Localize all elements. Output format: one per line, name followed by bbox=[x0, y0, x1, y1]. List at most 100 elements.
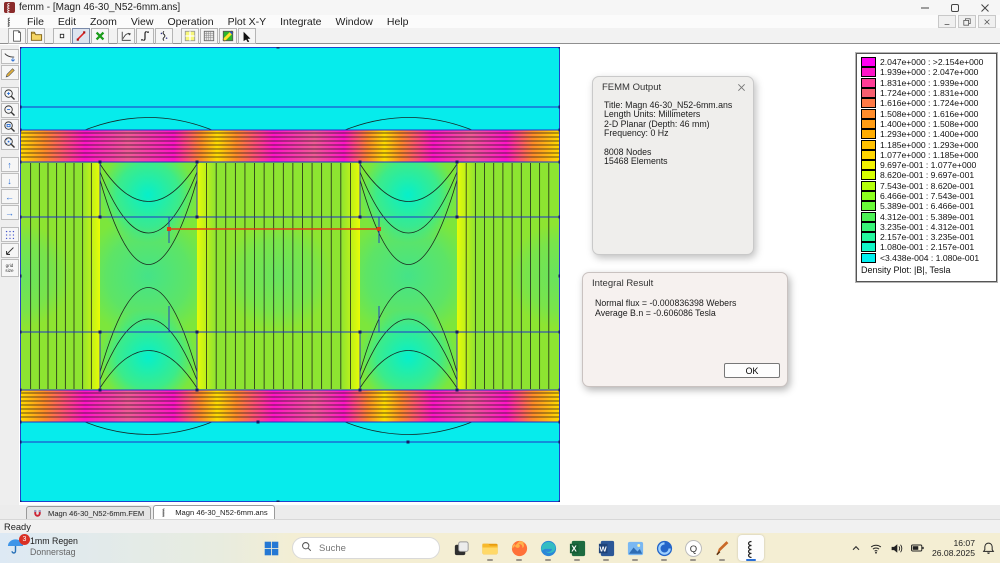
menu-zoom[interactable]: Zoom bbox=[83, 16, 124, 28]
loop-app-taskbar-icon[interactable] bbox=[651, 535, 677, 561]
legend-row: 1.831e+000 : 1.939e+000 bbox=[861, 78, 996, 88]
plot-xy-icon[interactable] bbox=[117, 28, 135, 44]
grid-size-label: grid size bbox=[2, 263, 18, 273]
legend-row: 1.080e-001 : 2.157e-001 bbox=[861, 242, 996, 252]
volume-icon[interactable] bbox=[890, 542, 903, 555]
pen-app-taskbar-icon[interactable] bbox=[709, 535, 735, 561]
menu-edit[interactable]: Edit bbox=[51, 16, 83, 28]
legend-label: 3.235e-001 : 4.312e-001 bbox=[880, 222, 974, 232]
taskbar: 3 1mm Regen Donnerstag XWQ 16:07 bbox=[0, 533, 1000, 563]
legend-row: 6.466e-001 : 7.543e-001 bbox=[861, 191, 996, 201]
weather-line2: Donnerstag bbox=[30, 547, 78, 558]
line-integral-icon[interactable] bbox=[155, 28, 173, 44]
contour-plot-icon[interactable] bbox=[1, 49, 19, 64]
menu-file[interactable]: File bbox=[20, 16, 51, 28]
legend-label: 2.157e-001 : 3.235e-001 bbox=[880, 232, 974, 242]
zoom-extents-icon[interactable] bbox=[1, 135, 19, 150]
legend-row: 2.047e+000 : >2.154e+000 bbox=[861, 57, 996, 67]
close-icon[interactable] bbox=[970, 0, 1000, 15]
edit-pencil-icon[interactable] bbox=[1, 65, 19, 80]
new-file-icon[interactable] bbox=[8, 28, 26, 44]
q-app-taskbar-icon[interactable]: Q bbox=[680, 535, 706, 561]
menu-integrate[interactable]: Integrate bbox=[273, 16, 328, 28]
excel-taskbar-icon[interactable]: X bbox=[564, 535, 590, 561]
running-indicator bbox=[661, 559, 667, 561]
mdi-restore-icon[interactable] bbox=[958, 15, 976, 28]
umbrella-icon: 3 bbox=[6, 538, 25, 556]
running-indicator bbox=[719, 559, 725, 561]
show-grid-icon[interactable] bbox=[1, 227, 19, 242]
femm-taskbar-icon[interactable] bbox=[738, 535, 764, 561]
ok-button[interactable]: OK bbox=[724, 363, 780, 378]
line-tool-icon[interactable] bbox=[72, 28, 90, 44]
pan-left-icon[interactable]: ← bbox=[1, 189, 19, 204]
pan-right-icon[interactable]: → bbox=[1, 205, 19, 220]
show-mesh-icon[interactable] bbox=[200, 28, 218, 44]
document-tab-ans[interactable]: Magn 46-30_N52-6mm.ans bbox=[153, 505, 274, 519]
wifi-icon[interactable] bbox=[869, 542, 883, 555]
firefox-taskbar-icon[interactable] bbox=[506, 535, 532, 561]
zoom-page-icon[interactable] bbox=[1, 119, 19, 134]
weather-widget[interactable]: 3 1mm Regen Donnerstag bbox=[6, 536, 78, 558]
tab-label: Magn 46-30_N52-6mm.FEM bbox=[48, 509, 144, 518]
integral-result-dialog: Integral Result Normal flux = -0.0008363… bbox=[582, 272, 788, 387]
zoom-out-icon[interactable] bbox=[1, 103, 19, 118]
pan-up-icon[interactable]: ↑ bbox=[1, 157, 19, 172]
integral-icon[interactable] bbox=[136, 28, 154, 44]
pointer-icon[interactable] bbox=[238, 28, 256, 44]
start-button[interactable] bbox=[258, 535, 284, 561]
edge-taskbar-icon[interactable] bbox=[535, 535, 561, 561]
grid-size-icon[interactable]: grid size bbox=[1, 259, 19, 277]
legend-row: 5.389e-001 : 6.466e-001 bbox=[861, 201, 996, 211]
photos-taskbar-icon[interactable] bbox=[622, 535, 648, 561]
legend-caption: Density Plot: |B|, Tesla bbox=[861, 265, 996, 275]
legend-swatch bbox=[861, 191, 876, 201]
legend-swatch bbox=[861, 253, 876, 263]
file-explorer-taskbar-icon[interactable] bbox=[477, 535, 503, 561]
menu-plot-x-y[interactable]: Plot X-Y bbox=[221, 16, 274, 28]
mdi-minimize-icon[interactable] bbox=[938, 15, 956, 28]
tray-expand-icon[interactable] bbox=[850, 542, 862, 554]
task-view-taskbar-icon[interactable] bbox=[448, 535, 474, 561]
density-legend: 2.047e+000 : >2.154e+0001.939e+000 : 2.0… bbox=[856, 53, 997, 282]
notification-bell-icon[interactable] bbox=[982, 541, 995, 555]
legend-swatch bbox=[861, 140, 876, 150]
legend-row: 1.724e+000 : 1.831e+000 bbox=[861, 88, 996, 98]
block-tool-icon[interactable] bbox=[91, 28, 109, 44]
legend-label: 5.389e-001 : 6.466e-001 bbox=[880, 201, 974, 211]
svg-text:X: X bbox=[571, 544, 577, 553]
search-input[interactable] bbox=[317, 542, 421, 555]
battery-icon[interactable] bbox=[910, 542, 925, 554]
toolbar-separator bbox=[110, 29, 117, 43]
snap-grid-icon[interactable] bbox=[1, 243, 19, 258]
mdi-close-icon[interactable] bbox=[978, 15, 996, 28]
document-icon[interactable] bbox=[5, 17, 15, 27]
fem-doc-icon bbox=[33, 509, 45, 518]
point-tool-icon[interactable] bbox=[53, 28, 71, 44]
running-indicator bbox=[632, 559, 638, 561]
close-icon[interactable] bbox=[737, 83, 746, 92]
document-tab-fem[interactable]: Magn 46-30_N52-6mm.FEM bbox=[26, 506, 151, 519]
menu-operation[interactable]: Operation bbox=[160, 16, 220, 28]
mesh-grid-icon[interactable] bbox=[181, 28, 199, 44]
model-canvas[interactable] bbox=[20, 47, 560, 502]
open-file-icon[interactable] bbox=[27, 28, 45, 44]
legend-label: 1.077e+000 : 1.185e+000 bbox=[880, 150, 978, 160]
menu-view[interactable]: View bbox=[124, 16, 161, 28]
pan-down-icon[interactable]: ↓ bbox=[1, 173, 19, 188]
density-plot-icon[interactable] bbox=[219, 28, 237, 44]
menu-help[interactable]: Help bbox=[380, 16, 416, 28]
tab-label: Magn 46-30_N52-6mm.ans bbox=[175, 508, 267, 517]
clock[interactable]: 16:07 26.08.2025 bbox=[932, 538, 975, 558]
status-bar: Ready bbox=[0, 519, 1000, 533]
maximize-icon[interactable] bbox=[940, 0, 970, 15]
integral-result-title[interactable]: Integral Result bbox=[583, 273, 787, 289]
menu-window[interactable]: Window bbox=[329, 16, 380, 28]
minimize-icon[interactable] bbox=[910, 0, 940, 15]
zoom-in-icon[interactable] bbox=[1, 87, 19, 102]
search-box[interactable] bbox=[292, 537, 440, 559]
word-taskbar-icon[interactable]: W bbox=[593, 535, 619, 561]
femm-output-titlebar[interactable]: FEMM Output bbox=[593, 77, 753, 95]
femm-output-line: Frequency: 0 Hz bbox=[604, 129, 753, 138]
running-indicator bbox=[545, 559, 551, 561]
